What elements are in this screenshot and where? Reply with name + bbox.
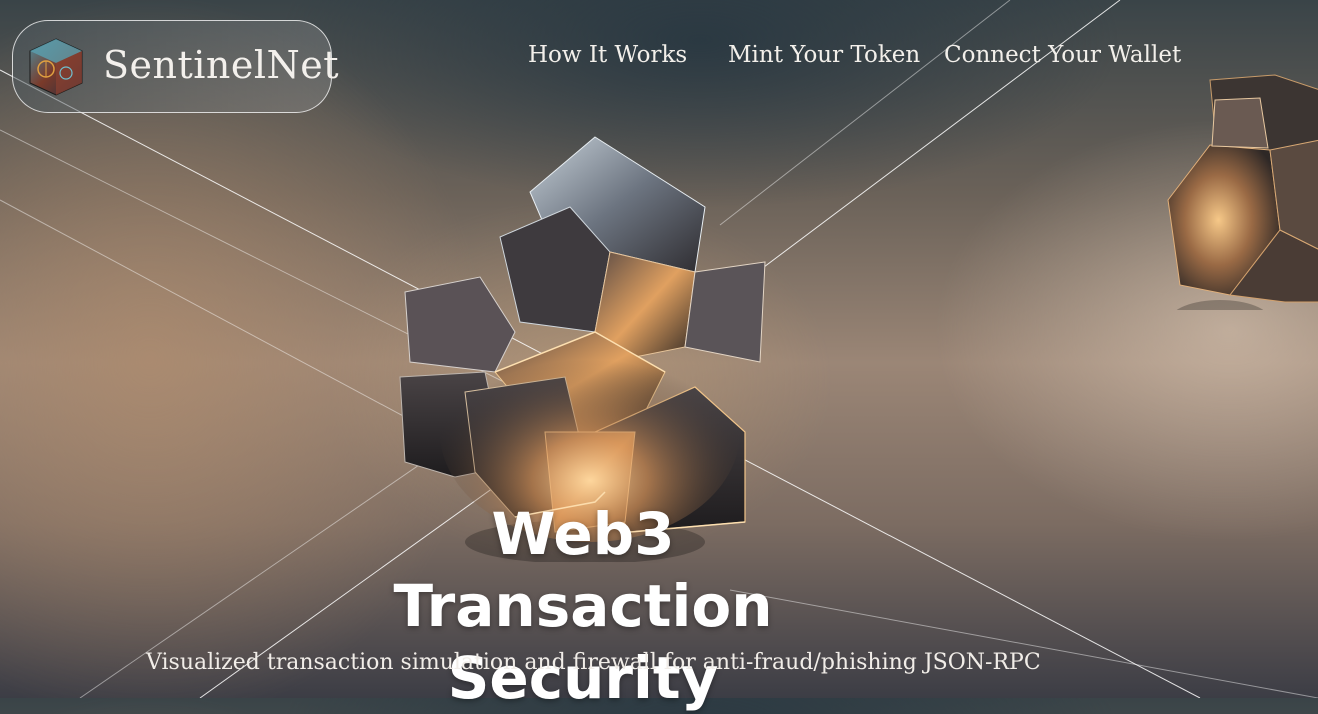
nav-connect-your-wallet[interactable]: Connect Your Wallet bbox=[944, 42, 1181, 68]
crystal-cube-icon bbox=[29, 38, 83, 96]
hero-title: Web3 Transaction Security bbox=[300, 498, 866, 714]
side-crystal-image bbox=[1167, 74, 1318, 310]
nav-how-it-works[interactable]: How It Works bbox=[528, 42, 687, 68]
hero-title-line1: Web3 Transaction bbox=[393, 500, 773, 640]
brand-logo-button[interactable]: SentinelNet bbox=[12, 20, 339, 113]
nav-mint-your-token[interactable]: Mint Your Token bbox=[728, 42, 920, 68]
brand-name: SentinelNet bbox=[103, 43, 340, 87]
hero-subtitle: Visualized transaction simulation and fi… bbox=[146, 650, 1041, 675]
